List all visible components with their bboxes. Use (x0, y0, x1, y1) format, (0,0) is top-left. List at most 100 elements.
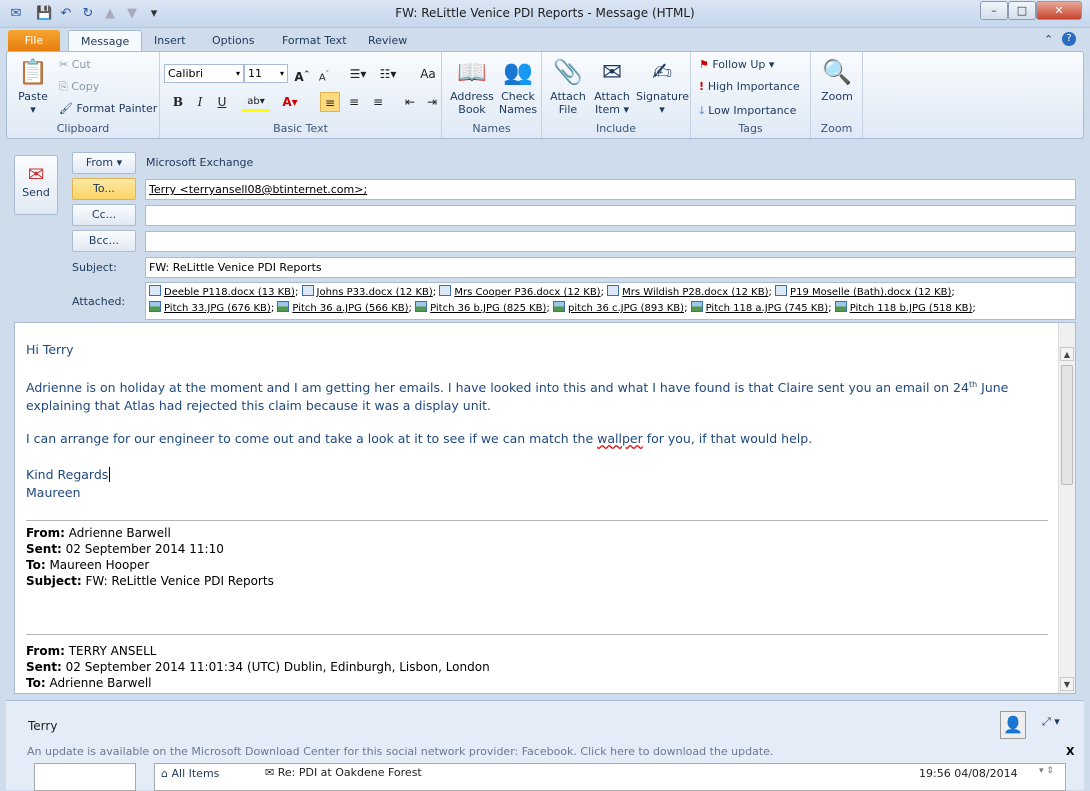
bcc-field[interactable] (145, 231, 1076, 252)
align-center-icon[interactable]: ≡ (344, 92, 364, 112)
attachment-item[interactable]: P19 Moselle (Bath).docx (12 KB); (775, 285, 955, 298)
title-bar: ✉ 💾 ↶ ↻ ▲ ▼ ▾ FW: ReLittle Venice PDI Re… (0, 0, 1090, 28)
attachment-item[interactable]: Deeble P118.docx (13 KB); (149, 285, 302, 298)
closing: Kind Regards (26, 467, 111, 482)
scroll-up-icon[interactable]: ▲ (1060, 347, 1074, 361)
attachment-item[interactable]: Pitch 118 a.JPG (745 KB); (690, 301, 835, 314)
attached-label: Attached: (72, 295, 126, 308)
tab-message[interactable]: Message (68, 30, 143, 52)
mail-icon: ✉ (265, 766, 278, 779)
subject-field[interactable]: FW: ReLittle Venice PDI Reports (145, 257, 1076, 278)
word-doc-icon (775, 285, 788, 296)
signature-button[interactable]: ✍ Signature ▾ (636, 56, 689, 116)
clear-formatting-icon[interactable]: Aa (418, 64, 438, 84)
tab-file[interactable]: File (8, 30, 60, 52)
numbering-icon[interactable]: ☷▾ (374, 64, 402, 84)
collapse-ribbon-icon[interactable]: ⌃ (1044, 33, 1053, 46)
increase-indent-icon[interactable]: ⇥ (422, 92, 442, 112)
attachment-item[interactable]: Pitch 36 b.JPG (825 KB); (415, 301, 553, 314)
scissors-icon: ✂ (59, 58, 72, 71)
maximize-button[interactable]: □ (1008, 1, 1036, 20)
expand-pane-icon[interactable]: ⤢ ▾ (1042, 715, 1060, 729)
highlight-icon[interactable]: ab▾ (242, 92, 270, 112)
low-importance-button[interactable]: 🡓 Low Importance (699, 102, 796, 121)
tab-options[interactable]: Options (200, 30, 266, 52)
attachment-item[interactable]: Pitch 36 a.JPG (566 KB); (277, 301, 415, 314)
attachment-item[interactable]: Johns P33.docx (12 KB); (301, 285, 440, 298)
message-body[interactable]: Hi Terry Adrienne is on holiday at the m… (14, 322, 1076, 694)
attachment-item[interactable]: pitch 36 c.JPG (893 KB); (553, 301, 691, 314)
high-importance-button[interactable]: ! High Importance (699, 80, 800, 93)
cut-button[interactable]: ✂ Cut (59, 58, 91, 71)
all-items-tab[interactable]: ⌂ All Items (161, 767, 219, 780)
word-doc-icon (607, 285, 620, 296)
check-names-button[interactable]: 👥 Check Names (496, 56, 540, 116)
font-color-icon[interactable]: A▾ (276, 92, 304, 112)
cc-button[interactable]: Cc... (72, 204, 136, 226)
activity-list[interactable]: ⌂ All Items ✉ Re: PDI at Oakdene Forest … (154, 763, 1066, 791)
italic-icon[interactable]: I (190, 92, 210, 112)
attach-item-button[interactable]: ✉ Attach Item ▾ (590, 56, 634, 116)
align-left-icon[interactable]: ≡ (320, 92, 340, 112)
to-button[interactable]: To... (72, 178, 136, 200)
bullets-icon[interactable]: ☰▾ (344, 64, 372, 84)
bold-icon[interactable]: B (168, 92, 188, 112)
tab-review[interactable]: Review (356, 30, 419, 52)
dismiss-notice-button[interactable]: X (1066, 745, 1074, 758)
help-icon[interactable]: ? (1062, 32, 1076, 46)
signature: Maureen (26, 485, 81, 500)
tab-insert[interactable]: Insert (142, 30, 198, 52)
ribbon: 📋 Paste ▾ ✂ Cut ⎘ Copy 🖌 Format Painter Cl… (6, 51, 1084, 139)
shrink-font-icon[interactable]: Aˇ (314, 64, 334, 84)
people-pane: Terry 👤 ⤢ ▾ An update is available on th… (6, 700, 1084, 791)
bcc-button[interactable]: Bcc... (72, 230, 136, 252)
misspelled-word[interactable]: wallper (597, 431, 643, 446)
activity-item[interactable]: ✉ Re: PDI at Oakdene Forest (265, 766, 422, 779)
address-book-button[interactable]: 📖 Address Book (450, 56, 494, 116)
font-name-combo[interactable]: Calibri ▾ (164, 64, 244, 83)
activity-dropdown-icon[interactable]: ▾ ⇕ (1039, 766, 1054, 776)
magnifier-icon: 🔍 (822, 58, 852, 86)
address-book-icon: 📖 (457, 58, 487, 86)
paste-button[interactable]: 📋 Paste ▾ (13, 56, 53, 116)
follow-up-button[interactable]: ⚑ Follow Up ▾ (699, 58, 774, 71)
include-group: 📎 Attach File ✉ Attach Item ▾ ✍ Signature ▾ In… (542, 52, 691, 138)
cc-field[interactable] (145, 205, 1076, 226)
divider (26, 634, 1048, 635)
word-doc-icon (149, 285, 161, 296)
attachment-item[interactable]: Mrs Cooper P36.docx (12 KB); (439, 285, 607, 298)
close-button[interactable]: ✕ (1036, 1, 1082, 20)
attach-file-button[interactable]: 📎 Attach File (546, 56, 590, 116)
body-paragraph-1: Adrienne is on holiday at the moment and… (26, 380, 1009, 414)
format-painter-button[interactable]: 🖌 Format Painter (59, 102, 157, 115)
text-cursor (109, 467, 111, 482)
underline-icon[interactable]: U (212, 92, 232, 112)
image-file-icon (834, 301, 847, 312)
attachments-field[interactable]: Deeble P118.docx (13 KB); Johns P33.docx… (145, 282, 1076, 320)
image-file-icon (277, 301, 290, 312)
zoom-button[interactable]: 🔍 Zoom (817, 56, 857, 103)
send-button[interactable]: ✉ Send (14, 155, 58, 215)
attachment-item[interactable]: Mrs Wildish P28.docx (12 KB); (607, 285, 775, 298)
copy-button[interactable]: ⎘ Copy (59, 80, 99, 94)
from-button[interactable]: From ▾ (72, 152, 136, 174)
update-notice[interactable]: An update is available on the Microsoft … (27, 745, 773, 758)
grow-font-icon[interactable]: A^ (292, 64, 312, 84)
tab-format-text[interactable]: Format Text (270, 30, 359, 52)
copy-icon: ⎘ (59, 80, 72, 93)
contact-avatar-icon[interactable]: 👤 (1000, 711, 1026, 739)
minimize-button[interactable]: – (980, 1, 1008, 20)
font-size-combo[interactable]: 11 ▾ (244, 64, 288, 83)
forwarded-header-1: From: Adrienne Barwell Sent: 02 Septembe… (26, 526, 274, 588)
to-field[interactable]: Terry <terryansell08@btinternet.com>; (145, 179, 1076, 200)
word-doc-icon (439, 285, 452, 296)
scroll-thumb[interactable] (1061, 365, 1073, 485)
group-label: Names (472, 122, 511, 135)
attachment-item[interactable]: Pitch 33.JPG (676 KB); (149, 301, 277, 314)
decrease-indent-icon[interactable]: ⇤ (400, 92, 420, 112)
tags-group: ⚑ Follow Up ▾ ! High Importance 🡓 Low Im… (691, 52, 811, 138)
attachment-item[interactable]: Pitch 118 b.JPG (518 KB); (834, 301, 976, 314)
scroll-down-icon[interactable]: ▼ (1060, 677, 1074, 691)
vertical-scrollbar[interactable]: ▲ ▼ (1058, 323, 1075, 693)
align-right-icon[interactable]: ≡ (368, 92, 388, 112)
